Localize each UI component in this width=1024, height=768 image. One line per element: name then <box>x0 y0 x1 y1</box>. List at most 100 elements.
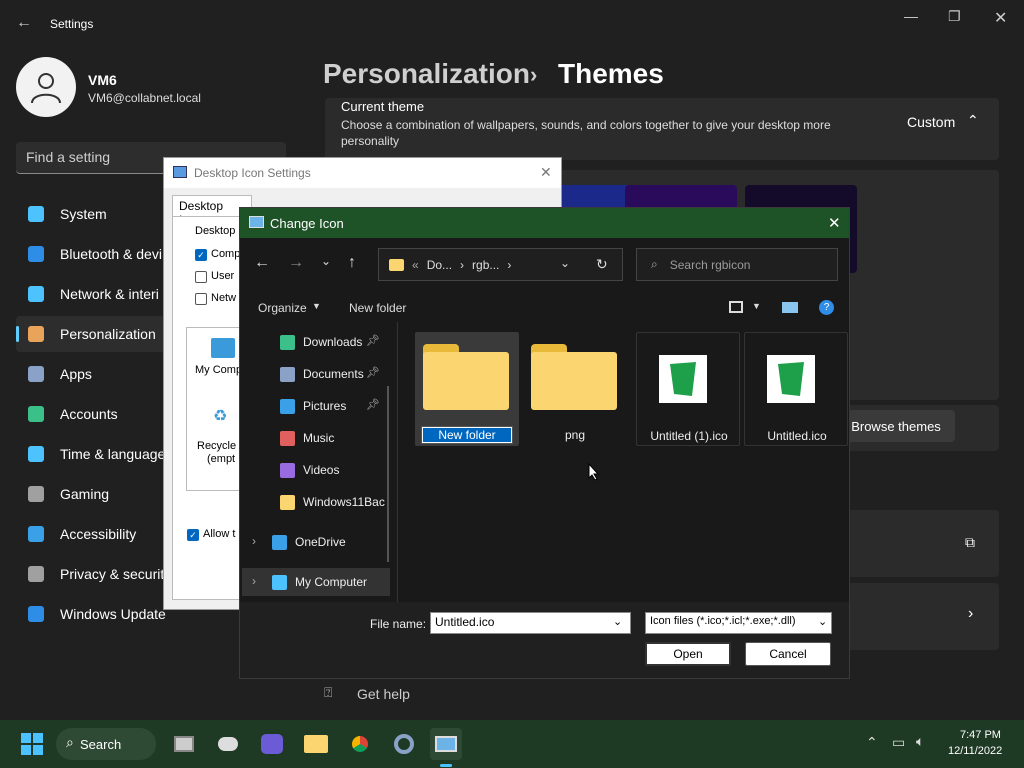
tree-item-pictures[interactable]: Pictures 📌︎ <box>280 392 416 420</box>
preview-pane-icon[interactable] <box>782 302 798 313</box>
tree-item-label: Pictures <box>303 399 347 413</box>
back-arrow-icon[interactable]: ← <box>254 254 270 272</box>
tree-item-music[interactable]: Music <box>280 424 416 452</box>
desktop-icon-settings-taskbar-icon[interactable] <box>430 728 462 760</box>
clock-date[interactable]: 12/11/2022 <box>948 745 1002 757</box>
file-item[interactable]: Untitled.ico <box>744 332 848 446</box>
tree-item-onedrive[interactable]: OneDrive › <box>252 528 408 556</box>
computer-icon <box>211 338 235 358</box>
dialog-titlebar: Change Icon ✕ <box>240 208 849 238</box>
icon-list[interactable]: My Comp ♻ Recycle (empt <box>186 327 246 491</box>
sidebar-item-label: Gaming <box>60 486 110 502</box>
address-overflow[interactable]: « <box>412 258 419 272</box>
tree-item-videos[interactable]: Videos <box>280 456 416 484</box>
rename-selection: New folder <box>423 428 511 442</box>
chevron-down-icon[interactable]: ⌄ <box>613 615 622 628</box>
chevron-down-icon[interactable]: ⌄ <box>321 254 331 268</box>
cancel-button[interactable]: Cancel <box>745 642 831 666</box>
chat-icon[interactable] <box>256 728 288 760</box>
maximize-icon[interactable]: ❐ <box>948 8 961 25</box>
tree-icon <box>272 574 287 590</box>
file-explorer-icon[interactable] <box>300 728 332 760</box>
ico-thumbnail-icon <box>767 355 815 403</box>
address-segment[interactable]: rgb... <box>472 258 499 272</box>
nav-icon <box>28 286 44 302</box>
volume-icon[interactable]: 🔈︎ <box>916 733 924 750</box>
minimize-icon[interactable]: — <box>904 8 918 24</box>
file-name-input[interactable]: Untitled.ico ⌄ <box>430 612 631 634</box>
help-icon[interactable]: ? <box>819 300 834 315</box>
pin-icon: 📌︎ <box>366 367 380 379</box>
organize-menu[interactable]: Organize <box>258 301 307 315</box>
new-folder-button[interactable]: New folder <box>349 301 406 315</box>
dialog-titlebar: Desktop Icon Settings ✕ <box>164 158 561 188</box>
taskbar-search[interactable]: ⌕ Search <box>56 728 156 760</box>
tree-item-label: OneDrive <box>295 535 346 549</box>
search-input[interactable]: ⌕ Search rgbicon <box>636 248 838 281</box>
file-name-value: Untitled.ico <box>435 615 495 629</box>
tree-item-mycomputer[interactable]: My Computer › <box>242 568 390 596</box>
checkbox[interactable]: ✓ <box>195 249 207 261</box>
allow-checkbox[interactable]: ✓ <box>187 529 199 541</box>
icon-label: My Comp <box>195 364 243 376</box>
expand-chevron-icon[interactable]: › <box>252 534 256 548</box>
refresh-icon[interactable]: ↻ <box>596 256 608 273</box>
help-icon: ⍰ <box>324 684 333 700</box>
chevron-down-icon[interactable]: ▼ <box>752 301 761 311</box>
pin-icon: 📌︎ <box>366 399 380 411</box>
network-icon[interactable]: ▭ <box>892 734 905 751</box>
tree-item-windows11bac[interactable]: Windows11Bac <box>280 488 416 516</box>
chevron-down-icon[interactable]: ⌄ <box>560 256 570 270</box>
address-bar[interactable]: « Do... › rgb... › ⌄ ↻ <box>378 248 623 281</box>
search-icon: ⌕ <box>66 734 74 750</box>
avatar[interactable] <box>16 57 76 117</box>
nav-icon <box>28 206 44 222</box>
settings-gear-icon[interactable] <box>388 728 420 760</box>
tree-item-label: My Computer <box>295 575 368 589</box>
pin-icon: 📌︎ <box>366 335 380 347</box>
folder-icon <box>389 258 404 271</box>
tree-item-documents[interactable]: Documents 📌︎ <box>280 360 416 388</box>
checkbox[interactable] <box>195 293 207 305</box>
close-icon[interactable]: ✕ <box>994 8 1007 28</box>
chrome-icon[interactable] <box>344 728 376 760</box>
nav-icon <box>28 246 44 262</box>
task-view-icon[interactable] <box>168 728 200 760</box>
close-icon[interactable]: ✕ <box>540 164 552 181</box>
open-button[interactable]: Open <box>645 642 731 666</box>
chevron-up-icon[interactable]: ⌃ <box>866 734 878 751</box>
chevron-down-icon[interactable]: ▼ <box>312 301 321 311</box>
file-type-select[interactable]: Icon files (*.ico;*.icl;*.exe;*.dll) ⌄ <box>645 612 832 634</box>
address-segment[interactable]: Do... <box>427 258 452 272</box>
chevron-right-icon[interactable]: › <box>507 258 511 272</box>
tree-item-downloads[interactable]: Downloads 📌︎ <box>280 328 416 356</box>
external-link-icon: ⧉ <box>965 534 975 550</box>
expand-chevron-icon[interactable]: › <box>252 574 256 588</box>
active-indicator <box>440 764 452 767</box>
up-arrow-icon[interactable]: ↑ <box>348 254 356 272</box>
breadcrumb-parent[interactable]: Personalization <box>323 58 530 90</box>
folder-item[interactable]: New folder <box>415 332 519 446</box>
forward-arrow-icon[interactable]: → <box>288 254 304 272</box>
checkbox[interactable] <box>195 271 207 283</box>
file-label: Untitled.ico <box>767 429 827 443</box>
view-icon[interactable] <box>729 301 743 313</box>
close-icon[interactable]: ✕ <box>828 214 841 232</box>
tree-icon <box>280 494 295 510</box>
chevron-up-icon[interactable]: ⌃ <box>967 112 979 129</box>
folder-icon <box>423 344 509 410</box>
browse-themes-button[interactable]: Browse themes <box>837 410 955 442</box>
back-arrow-icon[interactable]: ← <box>16 14 32 32</box>
get-help-link[interactable]: Get help <box>357 686 410 702</box>
clock-time[interactable]: 7:47 PM <box>960 729 1001 741</box>
start-button[interactable] <box>16 728 48 760</box>
rename-input[interactable]: New folder <box>421 426 513 444</box>
file-item[interactable]: Untitled (1).ico <box>636 332 740 446</box>
user-icon <box>31 73 61 104</box>
widgets-icon[interactable] <box>212 728 244 760</box>
sidebar-item-label: System <box>60 206 107 222</box>
folder-item[interactable]: png <box>523 332 627 446</box>
sidebar-item-label: Network & interi <box>60 286 159 302</box>
current-theme-card[interactable]: Current theme Choose a combination of wa… <box>325 98 999 160</box>
file-label: png <box>564 428 586 442</box>
